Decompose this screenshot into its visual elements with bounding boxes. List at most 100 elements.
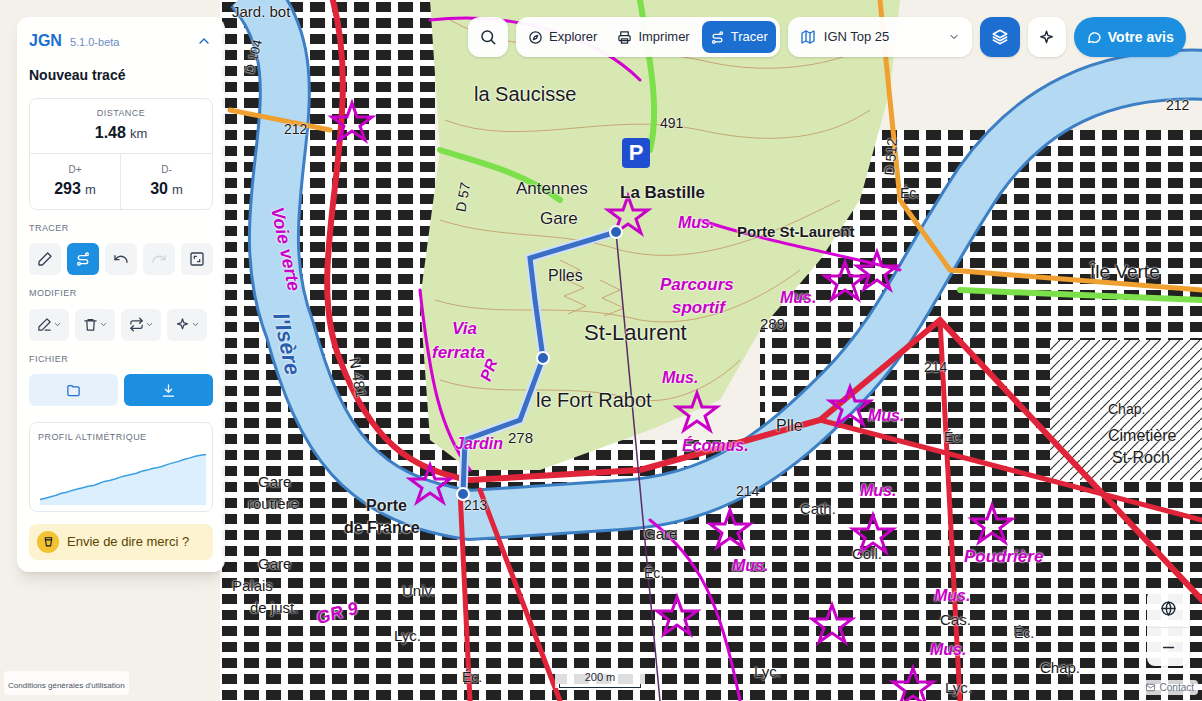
map-label: la Saucisse [474,84,576,104]
sparkles-icon [1038,29,1055,46]
map-label: Jardin [455,436,503,452]
map-label: Plle [776,418,803,434]
profile-line [40,454,206,499]
mail-icon [1145,682,1156,693]
map-label: Gare [644,526,677,541]
mode-tab-label: Imprimer [638,27,689,47]
toolbar: Explorer Imprimer Tracer IGN Top 25 Votre av… [468,17,1186,57]
elevation-number: 293 [54,177,81,201]
search-icon [479,28,497,46]
redo-icon [151,251,167,267]
file-tool-button[interactable] [124,374,213,406]
modifier-tool-button[interactable] [29,309,69,341]
file-tool-button[interactable] [29,374,118,406]
map-label: Mus. [662,370,698,386]
contact-link[interactable]: Contact [1141,680,1198,695]
globe-button[interactable] [1147,590,1189,628]
profile-title: PROFIL ALTIMÉTRIQUE [38,431,204,445]
elevation-number: 30 [150,177,168,201]
map-label: D 57 [453,181,472,213]
attribution[interactable]: Conditions générales d'utilisation [4,671,129,695]
elevation-value: 30m [150,177,183,201]
magic-icon [175,317,190,332]
layer-label: IGN Top 25 [824,27,940,47]
modifier-tool-button[interactable] [167,309,207,341]
distance-number: 1.48 [95,121,126,145]
pencil-icon [37,251,53,267]
distance-label: DISTANCE [97,107,145,121]
map-label: Palais [232,578,273,593]
zoom-out-button[interactable] [1147,628,1189,666]
elevation-label: D+ [68,162,81,177]
map-label: 214 [736,484,759,498]
map-label: Parcours [660,276,734,293]
tracer-tool-button[interactable] [105,243,137,275]
mode-tab[interactable]: Tracer [702,21,776,53]
map-label: Écomus. [682,438,749,454]
tracer-tool-button[interactable] [181,243,213,275]
section-label: FICHIER [29,353,213,367]
scale-line [559,684,641,688]
map-label: de just. [250,600,298,615]
app: Jard. botD 104212la SaucisseD 57491Anten… [0,0,1202,701]
elevation-stats: D+293mD-30m [30,154,212,209]
magic-button[interactable] [1028,17,1066,57]
distance-unit: km [130,124,147,144]
distance-stat: DISTANCE1.48km [30,99,212,154]
map-label: D 512 [882,138,899,176]
cup-badge [37,531,59,553]
map-label: Gare [540,210,578,227]
map-label: Coll. [852,546,882,561]
trace-title: Nouveau tracé [29,61,213,90]
elevation-stat: D+293m [30,154,121,209]
map-label: Mus. [678,215,714,231]
route-icon [75,251,91,267]
thanks-button[interactable]: Envie de dire merci ? [29,524,213,560]
chevron-down-icon [948,31,960,43]
map-label: de France [344,520,420,536]
map-label: Via [452,320,477,337]
map-label: GR 9 [314,599,359,627]
file-tools [29,374,213,406]
tracer-tool-button[interactable] [29,243,61,275]
delete-icon [83,317,98,332]
map-label: ferrata [432,344,485,361]
map-label: Éc. [944,430,964,444]
map-label: Cimetière [1108,428,1176,444]
tracer-tool-button [143,243,175,275]
layers-icon [991,28,1009,46]
map-label: 278 [508,430,533,445]
map-label: routière [248,496,299,511]
map-label: Antennes [516,180,588,197]
map-label: Porte St-Laurent [737,224,855,239]
elevation-stat: D-30m [121,154,212,209]
feedback-button[interactable]: Votre avis [1074,17,1186,57]
modifier-tools [29,309,213,341]
collapse-button[interactable] [195,32,213,50]
map-label: 212 [284,122,307,136]
download-icon [161,383,176,398]
globe-icon [1160,600,1177,617]
layer-select[interactable]: IGN Top 25 [788,17,972,57]
map-label: Chap. [1040,660,1080,675]
tracer-tool-button[interactable] [67,243,99,275]
map-label: Mus. [780,290,816,306]
mode-tab[interactable]: Imprimer [609,21,697,53]
map-label: Cas. [940,612,971,627]
map-label: Chap. [1108,402,1145,416]
map-label: le Fort Rabot [536,390,652,410]
chevron-up-icon [196,33,212,49]
mode-tab-label: Explorer [549,27,597,47]
map-label: Mus. [930,642,966,658]
thanks-label: Envie de dire merci ? [67,532,189,552]
search-button[interactable] [468,17,508,57]
mode-tab[interactable]: Explorer [520,21,605,53]
modifier-tool-button[interactable] [121,309,161,341]
modifier-tool-button[interactable] [75,309,115,341]
minus-icon [1160,639,1177,656]
map-label: Mus. [860,483,896,499]
map-label: 213 [464,498,487,512]
map-label: Cath. [800,501,836,516]
layers-button[interactable] [980,17,1020,57]
map-label: Univ. [402,583,435,598]
